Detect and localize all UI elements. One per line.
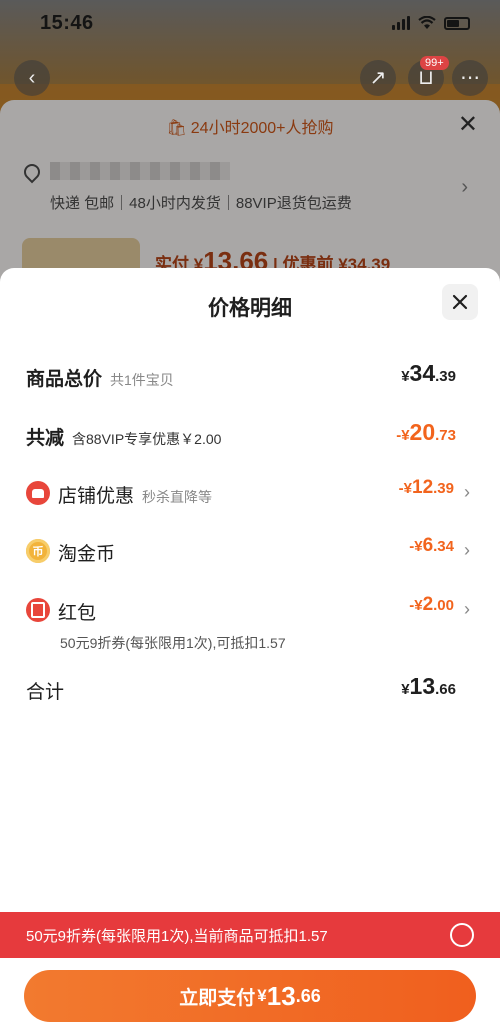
store-discount-note: 秒杀直降等 — [142, 489, 213, 505]
coupon-note: 50元9折券(每张限用1次),可抵扣1.57 — [60, 635, 286, 651]
coin-icon: 币 — [26, 539, 50, 563]
cart-badge: 99+ — [420, 56, 449, 70]
taojinbi-row[interactable]: 币 淘金币 -¥6.34 › — [0, 531, 500, 571]
coupon-promo-text: 50元9折券(每张限用1次),当前商品可抵扣1.57 — [26, 928, 328, 945]
taojinbi-value: -¥6.34 — [409, 535, 454, 556]
chevron-right-icon: › — [464, 540, 470, 560]
store-discount-row[interactable]: 店铺优惠 秒杀直降等 -¥12.39 › — [0, 473, 500, 513]
sheet-title: 价格明细 — [208, 297, 292, 320]
red-packet-icon — [26, 598, 50, 622]
bag-icon: 🛍 — [166, 120, 187, 137]
total-price-row: 商品总价 共1件宝贝 ¥34.39 — [0, 356, 500, 396]
status-icons — [392, 16, 470, 30]
back-arrow-icon[interactable]: ‹ — [14, 60, 50, 96]
total-price-label: 商品总价 — [26, 369, 103, 390]
chevron-right-icon: › — [464, 482, 470, 502]
sales-banner: 🛍 24小时2000+人抢购 — [166, 120, 334, 137]
battery-icon — [444, 16, 470, 30]
status-bar: 15:46 — [0, 0, 500, 50]
share-icon[interactable]: ↗ — [360, 60, 396, 96]
store-discount-value: -¥12.39 — [398, 477, 454, 498]
delivery-info: 快递 包邮｜48小时内发货｜88VIP退货包运费 — [50, 195, 352, 212]
total-discount-value: -¥20.73 — [396, 419, 456, 445]
status-time: 15:46 — [40, 12, 94, 34]
red-packet-label: 红包 — [58, 603, 97, 624]
total-discount-label: 共减 — [26, 428, 65, 449]
store-discount-label: 店铺优惠 — [58, 486, 135, 507]
wifi-icon — [418, 16, 436, 29]
close-icon — [452, 294, 468, 310]
pay-now-label: 立即支付 — [179, 987, 256, 1009]
grand-total-label: 合计 — [26, 682, 65, 703]
close-icon[interactable]: ✕ — [458, 110, 478, 139]
background-nav: ‹ ↗ ⊔ 99+ ⋯ — [0, 56, 500, 104]
store-icon — [26, 481, 50, 505]
more-icon[interactable]: ⋯ — [452, 60, 488, 96]
coupon-select-radio[interactable] — [450, 923, 474, 947]
location-pin-icon — [20, 160, 44, 184]
red-packet-value: -¥2.00 — [409, 594, 454, 615]
vip-discount-note: 含88VIP专享优惠￥2.00 — [72, 431, 222, 447]
red-packet-row[interactable]: 红包 -¥2.00 › — [0, 590, 500, 630]
item-count: 共1件宝贝 — [110, 372, 174, 388]
taojinbi-label: 淘金币 — [58, 544, 116, 565]
grand-total-value: ¥13.66 — [401, 673, 456, 699]
total-price-value: ¥34.39 — [401, 360, 456, 386]
grand-total-row: 合计 ¥13.66 — [0, 669, 500, 709]
signal-icon — [392, 16, 410, 30]
pay-now-button[interactable]: 立即支付 ¥13.66 — [24, 970, 476, 1022]
coupon-promo-bar[interactable]: 50元9折券(每张限用1次),当前商品可抵扣1.57 — [0, 912, 500, 958]
total-discount-row: 共减 含88VIP专享优惠￥2.00 -¥20.73 — [0, 415, 500, 455]
close-button[interactable] — [442, 284, 478, 320]
address-blurred — [50, 162, 230, 180]
chevron-right-icon: › — [464, 599, 470, 619]
chevron-right-icon: › — [461, 176, 468, 198]
